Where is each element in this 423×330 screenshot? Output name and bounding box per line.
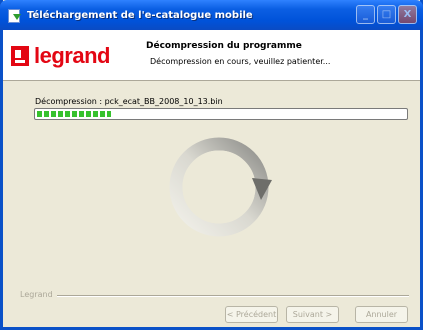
cancel-button[interactable]: Annuler	[355, 306, 408, 323]
wizard-header: legrand Décompression du programme Décom…	[3, 30, 420, 81]
minimize-button[interactable]: _	[356, 5, 375, 24]
wizard-window: Téléchargement de l'e-catalogue mobile _…	[0, 0, 423, 330]
legrand-logo: legrand	[11, 43, 110, 69]
window-title: Téléchargement de l'e-catalogue mobile	[27, 9, 253, 21]
legrand-logo-icon	[11, 46, 29, 66]
download-icon	[7, 8, 21, 23]
loading-spinner-icon	[169, 137, 272, 237]
step-subtitle: Décompression en cours, veuillez patient…	[150, 57, 331, 66]
close-button[interactable]: X	[398, 5, 417, 24]
logo-text: legrand	[34, 43, 110, 68]
progress-bar	[34, 108, 408, 120]
title-buttons: _ □ X	[356, 5, 417, 24]
step-title: Décompression du programme	[146, 41, 302, 51]
footer-divider	[35, 295, 409, 297]
footer-group-label: Legrand	[20, 290, 57, 299]
progress-fill	[37, 111, 111, 117]
file-label: Décompression : pck_ecat_BB_2008_10_13.b…	[35, 97, 223, 106]
previous-button[interactable]: < Précédent	[225, 306, 278, 323]
maximize-button[interactable]: □	[377, 5, 396, 24]
next-button[interactable]: Suivant >	[286, 306, 339, 323]
title-bar[interactable]: Téléchargement de l'e-catalogue mobile _…	[0, 0, 423, 30]
